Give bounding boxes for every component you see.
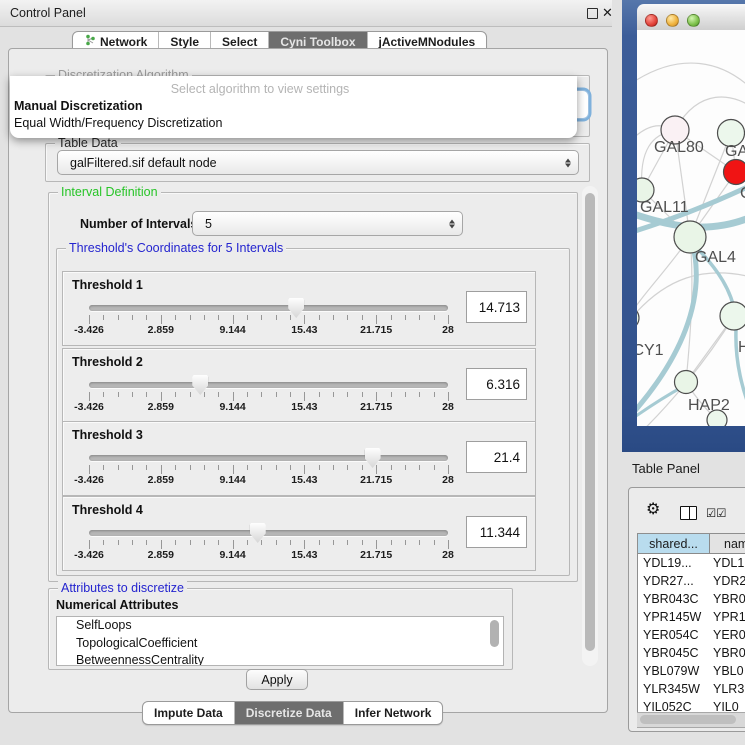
network-node-label: H [738,339,745,356]
dropdown-option-equal-width[interactable]: Equal Width/Frequency Discretization [14,116,222,130]
column-header-name[interactable]: name [710,534,745,554]
threshold-value-field[interactable]: 14.713 [466,291,527,323]
node-table[interactable]: shared... name YDL19...YDL1YDR27...YDR2Y… [637,533,745,714]
network-node-label: GAL80 [654,139,704,156]
network-node[interactable] [675,371,698,394]
network-node-label: GA [725,143,745,160]
checkboxes-icon[interactable]: ☑☑ [706,506,727,520]
attribute-list-item[interactable]: TopologicalCoefficient [57,635,503,653]
table-data-group-title: Table Data [55,136,121,150]
column-header-shared-name[interactable]: shared... [638,534,710,554]
attribute-list-item[interactable]: SelfLoops [57,617,503,635]
split-columns-icon[interactable] [680,506,697,520]
network-node[interactable] [707,410,727,426]
minimize-traffic-light-icon[interactable] [666,14,679,27]
spinner-arrows-icon [449,219,455,228]
threshold-label: Threshold 2 [72,355,143,369]
close-traffic-light-icon[interactable] [645,14,658,27]
apply-button[interactable]: Apply [246,669,308,690]
network-window-titlebar [637,4,745,31]
slider-scale-labels: -3.4262.8599.14415.4321.71528 [89,401,448,413]
panel-title: Control Panel [10,6,86,20]
network-canvas[interactable]: GAL80 GA C GAL11 GAL4 GCY1 H HAP2 [637,30,745,426]
dropdown-option-manual[interactable]: Manual Discretization [14,99,143,113]
slider-scale-labels: -3.4262.8599.14415.4321.71528 [89,324,448,336]
algorithm-dropdown-popup: Select algorithm to view settings Manual… [10,76,577,138]
threshold-value-field[interactable]: 21.4 [466,441,527,473]
table-row[interactable]: YER054CYER0 [638,626,745,644]
interval-definition-title: Interval Definition [58,185,161,199]
gear-icon[interactable]: ⚙ [646,502,660,518]
table-data-combobox[interactable]: galFiltered.sif default node [57,150,579,175]
threshold-slider-track[interactable] [89,382,448,388]
slider-scale-labels: -3.4262.8599.14415.4321.71528 [89,549,448,561]
numerical-attributes-list[interactable]: SelfLoopsTopologicalCoefficientBetweenne… [56,616,504,666]
threshold-slider-track[interactable] [89,530,448,536]
dropdown-prompt: Select algorithm to view settings [10,82,510,96]
threshold-label: Threshold 4 [72,503,143,517]
threshold-row: Threshold 3 -3.4262.8599.14415.4321.7152… [62,421,536,496]
threshold-value-field[interactable]: 6.316 [466,368,527,400]
network-node-label: HAP2 [688,397,730,414]
attributes-group-title: Attributes to discretize [58,581,187,595]
network-node-label: GCY1 [637,342,664,359]
threshold-label: Threshold 3 [72,428,143,442]
threshold-row: Threshold 1 -3.4262.8599.14415.4321.7152… [62,271,536,346]
table-data-group: Table Data galFiltered.sif default node [45,143,590,182]
table-row[interactable]: YBR045CYBR0 [638,644,745,662]
bottom-tab-bar: Impute Data Discretize Data Infer Networ… [142,701,443,725]
control-panel-titlebar: Control Panel ✕ [0,0,612,27]
table-row[interactable]: YBL079WYBL0 [638,662,745,680]
table-row[interactable]: YDL19...YDL1 [638,554,745,572]
float-window-icon[interactable] [587,8,598,19]
table-horizontal-scrollbar[interactable] [637,712,745,728]
threshold-row: Threshold 2 -3.4262.8599.14415.4321.7152… [62,348,536,423]
threshold-row: Threshold 4 -3.4262.8599.14415.4321.7152… [62,496,536,571]
attributes-list-scrollbar[interactable] [489,618,500,662]
tab-discretize-data[interactable]: Discretize Data [234,702,343,724]
table-row[interactable]: YPR145WYPR1 [638,608,745,626]
attribute-list-item[interactable]: BetweennessCentrality [57,652,503,666]
network-node-label: C [740,185,745,202]
network-node-label: GAL11 [640,199,689,216]
tab-impute-data[interactable]: Impute Data [143,702,234,724]
threshold-slider-track[interactable] [89,455,448,461]
network-node-label: GAL4 [695,249,736,266]
number-of-intervals-combobox[interactable]: 5 [192,211,463,236]
network-nodes: GAL80 GA C GAL11 GAL4 GCY1 H HAP2 [637,116,745,426]
table-row[interactable]: YBR043CYBR0 [638,590,745,608]
table-row[interactable]: YLR345WYLR3 [638,680,745,698]
table-row[interactable]: YDR27...YDR2 [638,572,745,590]
numerical-attributes-heading: Numerical Attributes [56,598,178,612]
slider-scale-labels: -3.4262.8599.14415.4321.71528 [89,474,448,486]
spinner-arrows-icon [565,158,571,167]
zoom-traffic-light-icon[interactable] [687,14,700,27]
network-node[interactable] [720,302,745,330]
number-of-intervals-label: Number of Intervals [80,217,197,231]
threshold-value-field[interactable]: 11.344 [466,516,527,548]
tab-infer-network[interactable]: Infer Network [343,702,443,724]
threshold-coordinates-title: Threshold's Coordinates for 5 Intervals [66,241,286,255]
table-panel-title: Table Panel [632,461,700,476]
threshold-label: Threshold 1 [72,278,143,292]
panel-vertical-scrollbar[interactable] [582,186,598,666]
network-node[interactable] [724,160,745,185]
threshold-slider-track[interactable] [89,305,448,311]
